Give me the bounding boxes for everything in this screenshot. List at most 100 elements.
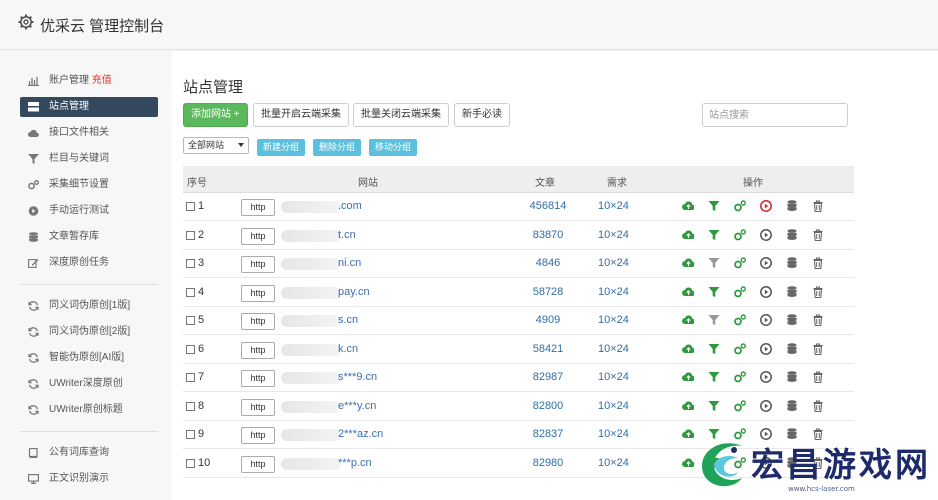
- sidebar-item-text-recognition[interactable]: 正文识别演示: [20, 469, 158, 489]
- sidebar-item-ai-rewrite[interactable]: 智能伪原创[AI版]: [20, 348, 158, 368]
- delete-site-button[interactable]: [812, 342, 824, 355]
- demand-link[interactable]: 10×24: [598, 286, 629, 298]
- protocol-badge[interactable]: http: [241, 455, 275, 473]
- row-checkbox[interactable]: [186, 344, 195, 354]
- delete-site-button[interactable]: [812, 371, 824, 384]
- article-store-button[interactable]: [786, 200, 798, 212]
- article-count-link[interactable]: 82837: [518, 428, 578, 440]
- article-count-link[interactable]: 4909: [518, 314, 578, 326]
- protocol-badge[interactable]: http: [241, 284, 275, 302]
- sidebar-item-synonym-v2[interactable]: 同义词伪原创[2版]: [20, 322, 158, 342]
- batch-close-cloud-button[interactable]: 批量关闭云端采集: [353, 103, 449, 127]
- site-domain-link[interactable]: k.cn: [338, 343, 358, 355]
- protocol-badge[interactable]: http: [241, 199, 275, 216]
- article-count-link[interactable]: 82800: [518, 400, 578, 412]
- run-test-button[interactable]: [760, 257, 772, 269]
- recharge-link[interactable]: 充值: [92, 75, 112, 86]
- site-settings-button[interactable]: [734, 285, 747, 298]
- sidebar-item-account[interactable]: 账户管理 充值: [20, 71, 158, 91]
- article-count-link[interactable]: 82980: [518, 457, 578, 469]
- filter-keywords-button[interactable]: [708, 343, 720, 355]
- demand-link[interactable]: 10×24: [598, 428, 629, 440]
- site-domain-link[interactable]: ni.cn: [338, 257, 361, 269]
- row-checkbox[interactable]: [186, 373, 195, 382]
- article-store-button[interactable]: [786, 371, 798, 383]
- sidebar-item-interface-files[interactable]: 接口文件相关: [20, 123, 158, 143]
- sidebar-item-columns-keywords[interactable]: 栏目与关键词: [20, 149, 158, 169]
- filter-keywords-button[interactable]: [708, 257, 720, 269]
- row-checkbox[interactable]: [186, 259, 195, 268]
- site-settings-button[interactable]: [734, 314, 747, 326]
- cloud-collect-toggle[interactable]: [682, 371, 695, 383]
- article-store-button[interactable]: [786, 314, 798, 326]
- delete-group-button[interactable]: 删除分组: [313, 139, 362, 156]
- protocol-badge[interactable]: http: [241, 256, 275, 273]
- delete-site-button[interactable]: [812, 200, 824, 213]
- demand-link[interactable]: 10×24: [598, 457, 629, 469]
- sidebar-item-article-store[interactable]: 文章暂存库: [20, 227, 158, 247]
- protocol-badge[interactable]: http: [241, 370, 275, 387]
- delete-site-button[interactable]: [812, 285, 824, 298]
- article-store-button[interactable]: [786, 285, 798, 298]
- cloud-collect-toggle[interactable]: [682, 200, 695, 212]
- site-domain-link[interactable]: t.cn: [338, 229, 356, 241]
- run-test-button[interactable]: [760, 342, 772, 355]
- site-domain-link[interactable]: e***y.cn: [338, 400, 376, 412]
- run-test-button[interactable]: [760, 228, 772, 241]
- site-domain-link[interactable]: s***9.cn: [338, 371, 377, 383]
- site-group-select[interactable]: 全部网站: [183, 137, 249, 154]
- cloud-collect-toggle[interactable]: [682, 343, 695, 355]
- row-checkbox[interactable]: [186, 401, 195, 411]
- cloud-collect-toggle[interactable]: [682, 286, 695, 298]
- demand-link[interactable]: 10×24: [598, 229, 629, 241]
- sidebar-item-synonym-v1[interactable]: 同义词伪原创[1版]: [20, 296, 158, 316]
- article-count-link[interactable]: 456814: [518, 200, 578, 212]
- site-settings-button[interactable]: [734, 342, 747, 355]
- site-settings-button[interactable]: [734, 371, 747, 383]
- site-settings-button[interactable]: [734, 228, 747, 241]
- run-test-button[interactable]: [760, 314, 772, 326]
- site-domain-link[interactable]: s.cn: [338, 314, 358, 326]
- site-domain-link[interactable]: pay.cn: [338, 286, 370, 298]
- protocol-badge[interactable]: http: [241, 313, 275, 330]
- article-store-button[interactable]: [786, 342, 798, 355]
- run-test-button[interactable]: [760, 285, 772, 298]
- filter-keywords-button[interactable]: [708, 200, 720, 212]
- row-checkbox[interactable]: [186, 316, 195, 325]
- row-checkbox[interactable]: [186, 202, 195, 211]
- sidebar-item-public-lexicon[interactable]: 公有词库查询: [20, 443, 158, 463]
- run-test-button[interactable]: [760, 200, 772, 212]
- demand-link[interactable]: 10×24: [598, 400, 629, 412]
- sidebar-item-manual-test[interactable]: 手动运行测试: [20, 201, 158, 221]
- demand-link[interactable]: 10×24: [598, 371, 629, 383]
- protocol-badge[interactable]: http: [241, 227, 275, 245]
- run-test-button[interactable]: [760, 371, 772, 383]
- demand-link[interactable]: 10×24: [598, 343, 629, 355]
- demand-link[interactable]: 10×24: [598, 314, 629, 326]
- sidebar-item-collect-settings[interactable]: 采集细节设置: [20, 175, 158, 195]
- cloud-collect-toggle[interactable]: [682, 314, 695, 326]
- article-store-button[interactable]: [786, 228, 798, 241]
- filter-keywords-button[interactable]: [708, 314, 720, 326]
- delete-site-button[interactable]: [812, 257, 824, 270]
- batch-open-cloud-button[interactable]: 批量开启云端采集: [253, 103, 349, 127]
- protocol-badge[interactable]: http: [241, 341, 275, 359]
- site-domain-link[interactable]: ***p.cn: [338, 457, 372, 469]
- site-domain-link[interactable]: .com: [338, 200, 362, 212]
- demand-link[interactable]: 10×24: [598, 257, 629, 269]
- cloud-collect-toggle[interactable]: [682, 400, 695, 412]
- cloud-collect-toggle[interactable]: [682, 229, 695, 241]
- site-domain-link[interactable]: 2***az.cn: [338, 428, 383, 440]
- article-store-button[interactable]: [786, 399, 798, 412]
- article-count-link[interactable]: 83870: [518, 229, 578, 241]
- row-checkbox[interactable]: [186, 430, 195, 439]
- site-search-input[interactable]: [702, 103, 848, 127]
- filter-keywords-button[interactable]: [708, 400, 720, 412]
- add-site-button[interactable]: 添加网站 +: [183, 103, 248, 127]
- move-group-button[interactable]: 移动分组: [369, 139, 418, 156]
- article-count-link[interactable]: 4846: [518, 257, 578, 269]
- beginner-guide-button[interactable]: 新手必读: [454, 103, 510, 127]
- run-test-button[interactable]: [760, 399, 772, 412]
- article-store-button[interactable]: [786, 257, 798, 269]
- filter-keywords-button[interactable]: [708, 286, 720, 298]
